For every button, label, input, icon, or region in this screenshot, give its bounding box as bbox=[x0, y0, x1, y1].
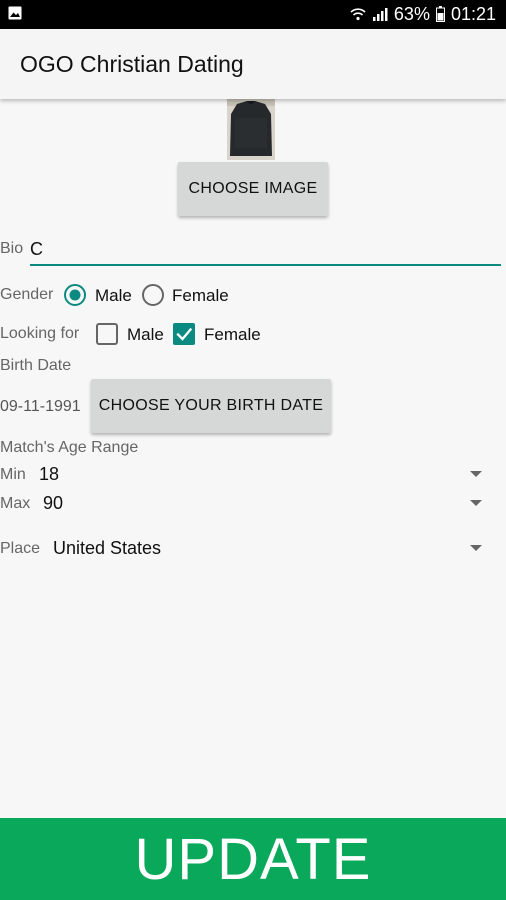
looking-for-label: Looking for bbox=[0, 325, 80, 342]
looking-male-checkbox[interactable] bbox=[96, 323, 118, 345]
app-title: OGO Christian Dating bbox=[20, 51, 244, 77]
place-label: Place bbox=[0, 540, 41, 557]
wifi-icon bbox=[350, 8, 366, 21]
max-age-select[interactable]: 90 bbox=[43, 493, 63, 514]
birth-date-label: Birth Date bbox=[0, 357, 72, 374]
bio-label: Bio bbox=[0, 240, 24, 257]
gender-male-radio[interactable] bbox=[63, 283, 87, 307]
gender-label: Gender bbox=[0, 286, 54, 303]
choose-birth-date-button[interactable]: CHOOSE YOUR BIRTH DATE bbox=[91, 379, 331, 433]
gender-male-label[interactable]: Male bbox=[95, 286, 132, 306]
gender-female-radio[interactable] bbox=[141, 283, 165, 307]
min-age-label: Min bbox=[0, 466, 26, 483]
clock: 01:21 bbox=[450, 4, 496, 24]
signal-icon bbox=[372, 8, 388, 21]
gender-female-label[interactable]: Female bbox=[172, 286, 229, 306]
place-select[interactable]: United States bbox=[53, 538, 161, 559]
looking-female-checkbox[interactable] bbox=[173, 323, 195, 345]
min-age-dropdown-icon[interactable] bbox=[470, 471, 482, 477]
min-age-select[interactable]: 18 bbox=[39, 464, 59, 485]
max-age-label: Max bbox=[0, 495, 31, 512]
profile-photo[interactable] bbox=[227, 98, 275, 160]
battery-percent: 63% bbox=[393, 4, 430, 24]
app-bar: OGO Christian Dating bbox=[0, 29, 506, 99]
place-dropdown-icon[interactable] bbox=[470, 545, 482, 551]
choose-image-button[interactable]: CHOOSE IMAGE bbox=[178, 162, 328, 216]
update-button[interactable]: UPDATE bbox=[0, 818, 506, 900]
max-age-dropdown-icon[interactable] bbox=[470, 500, 482, 506]
battery-icon bbox=[435, 6, 445, 22]
age-range-label: Match's Age Range bbox=[0, 439, 139, 456]
bio-input[interactable]: C bbox=[30, 239, 43, 260]
gallery-icon bbox=[8, 6, 22, 20]
looking-female-label[interactable]: Female bbox=[204, 325, 261, 345]
birth-date-value: 09-11-1991 bbox=[0, 398, 81, 415]
status-bar: 63% 01:21 bbox=[0, 0, 506, 29]
looking-male-label[interactable]: Male bbox=[127, 325, 164, 345]
bio-input-underline bbox=[30, 264, 501, 266]
